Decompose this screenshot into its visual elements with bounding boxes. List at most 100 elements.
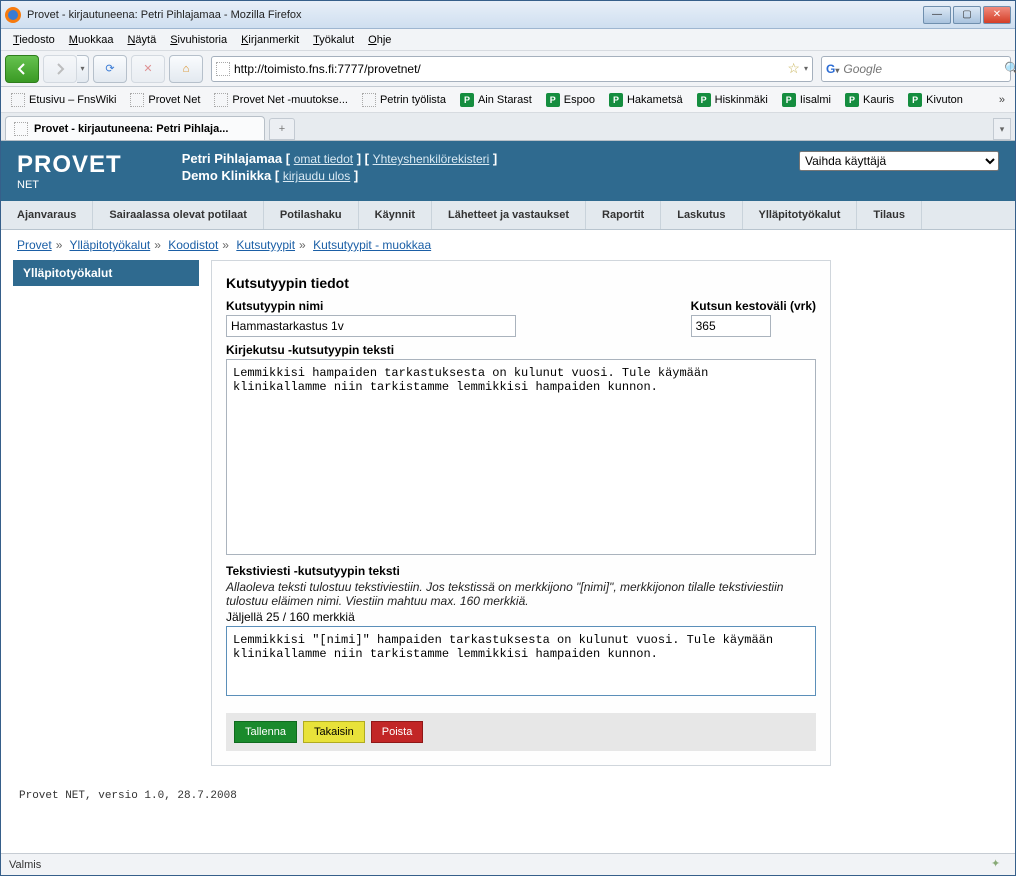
- nav-laskutus[interactable]: Laskutus: [661, 201, 742, 229]
- menubar: Tiedosto Muokkaa Näytä Sivuhistoria Kirj…: [1, 29, 1015, 51]
- crumb-provet[interactable]: Provet: [17, 238, 52, 252]
- menu-bookmarks[interactable]: Kirjanmerkit: [235, 32, 305, 48]
- titlebar: Provet - kirjautuneena: Petri Pihlajamaa…: [1, 1, 1015, 29]
- bookmark-star-icon[interactable]: ☆: [787, 60, 800, 77]
- textarea-letter[interactable]: Lemmikkisi hampaiden tarkastuksesta on k…: [226, 359, 816, 555]
- menu-tools[interactable]: Työkalut: [307, 32, 360, 48]
- save-button[interactable]: Tallenna: [234, 721, 297, 743]
- crumb-kutsutyypit[interactable]: Kutsutyypit: [236, 238, 295, 252]
- menu-history[interactable]: Sivuhistoria: [164, 32, 233, 48]
- bookmark-label: Provet Net: [148, 94, 200, 106]
- header-right: Vaihda käyttäjä: [799, 151, 999, 171]
- nav-toolbar: ▾ ⟳ ✕ ⌂ ☆ ▾ G▾ 🔍: [1, 51, 1015, 87]
- url-input[interactable]: [234, 62, 783, 76]
- bookmarks-overflow[interactable]: »: [993, 92, 1011, 108]
- bookmark-item[interactable]: Petrin työlista: [356, 91, 452, 109]
- forward-button[interactable]: [43, 55, 77, 83]
- nav-raportit[interactable]: Raportit: [586, 201, 661, 229]
- bookmark-item[interactable]: P Iisalmi: [776, 91, 837, 109]
- status-icon: ✦: [991, 857, 1007, 873]
- statusbar: Valmis ✦: [1, 853, 1015, 875]
- url-bar[interactable]: ☆ ▾: [211, 56, 813, 82]
- p-icon: P: [845, 93, 859, 107]
- switch-user-select[interactable]: Vaihda käyttäjä: [799, 151, 999, 171]
- form-panel: Kutsutyypin tiedot Kutsutyypin nimi Kuts…: [211, 260, 831, 766]
- url-dropdown-icon[interactable]: ▾: [804, 64, 808, 73]
- page-content: PROVET NET Petri Pihlajamaa [ omat tiedo…: [1, 141, 1015, 853]
- p-icon: P: [782, 93, 796, 107]
- nav-yllapito[interactable]: Ylläpitotyökalut: [743, 201, 858, 229]
- bookmark-item[interactable]: PAin Starast: [454, 91, 538, 109]
- sms-counter: Jäljellä 25 / 160 merkkiä: [226, 610, 816, 624]
- page-icon: [11, 93, 25, 107]
- page-icon: [14, 122, 28, 136]
- close-button[interactable]: ✕: [983, 6, 1011, 24]
- back-button[interactable]: Takaisin: [303, 721, 365, 743]
- nav-kaynnit[interactable]: Käynnit: [359, 201, 432, 229]
- clinic-name: Demo Klinikka: [182, 168, 272, 183]
- bookmark-item[interactable]: PKauris: [839, 91, 900, 109]
- bookmark-item[interactable]: Provet Net: [124, 91, 206, 109]
- page-icon: [214, 93, 228, 107]
- bookmark-label: Iisalmi: [800, 94, 831, 106]
- label-interval: Kutsun kestoväli (vrk): [691, 299, 816, 313]
- bookmark-item[interactable]: PHiskinmäki: [691, 91, 774, 109]
- bookmark-item[interactable]: PEspoo: [540, 91, 601, 109]
- nav-potilashaku[interactable]: Potilashaku: [264, 201, 359, 229]
- label-letter-text: Kirjekutsu -kutsutyypin teksti: [226, 343, 816, 357]
- p-icon: P: [460, 93, 474, 107]
- form-heading: Kutsutyypin tiedot: [226, 275, 816, 291]
- firefox-icon: [5, 7, 21, 23]
- p-icon: P: [546, 93, 560, 107]
- reload-button[interactable]: ⟳: [93, 55, 127, 83]
- link-logout[interactable]: kirjaudu ulos: [283, 169, 350, 183]
- new-tab-button[interactable]: +: [269, 118, 295, 140]
- back-button[interactable]: [5, 55, 39, 83]
- crumb-current: Kutsutyypit - muokkaa: [313, 238, 431, 252]
- home-button[interactable]: ⌂: [169, 55, 203, 83]
- search-input[interactable]: [843, 62, 1000, 76]
- crumb-yllapito[interactable]: Ylläpitotyökalut: [70, 238, 151, 252]
- menu-help[interactable]: Ohje: [362, 32, 397, 48]
- bookmark-item[interactable]: Etusivu – FnsWiki: [5, 91, 122, 109]
- page-icon: [130, 93, 144, 107]
- stop-button[interactable]: ✕: [131, 55, 165, 83]
- bookmark-item[interactable]: PHakametsä: [603, 91, 689, 109]
- tab-label: Provet - kirjautuneena: Petri Pihlaja...: [34, 123, 228, 135]
- window-buttons: — ▢ ✕: [923, 6, 1011, 24]
- page-icon: [362, 93, 376, 107]
- nav-lahetteet[interactable]: Lähetteet ja vastaukset: [432, 201, 586, 229]
- menu-file[interactable]: Tiedosto: [7, 32, 61, 48]
- menu-edit[interactable]: Muokkaa: [63, 32, 120, 48]
- app-header: PROVET NET Petri Pihlajamaa [ omat tiedo…: [1, 141, 1015, 201]
- delete-button[interactable]: Poista: [371, 721, 424, 743]
- tab-bar: Provet - kirjautuneena: Petri Pihlaja...…: [1, 113, 1015, 141]
- breadcrumb: Provet» Ylläpitotyökalut» Koodistot» Kut…: [1, 230, 1015, 260]
- bookmark-label: Kivuton: [926, 94, 963, 106]
- bookmarks-bar: Etusivu – FnsWiki Provet Net Provet Net …: [1, 87, 1015, 113]
- button-row: Tallenna Takaisin Poista: [226, 713, 816, 751]
- crumb-koodistot[interactable]: Koodistot: [168, 238, 218, 252]
- bookmark-label: Etusivu – FnsWiki: [29, 94, 116, 106]
- nav-sairaalassa[interactable]: Sairaalassa olevat potilaat: [93, 201, 264, 229]
- link-contact-registry[interactable]: Yhteyshenkilörekisteri: [373, 152, 490, 166]
- search-go-icon[interactable]: 🔍: [1004, 61, 1016, 77]
- p-icon: P: [908, 93, 922, 107]
- search-bar[interactable]: G▾ 🔍: [821, 56, 1011, 82]
- nav-ajanvaraus[interactable]: Ajanvaraus: [1, 201, 93, 229]
- menu-view[interactable]: Näytä: [121, 32, 162, 48]
- minimize-button[interactable]: —: [923, 6, 951, 24]
- maximize-button[interactable]: ▢: [953, 6, 981, 24]
- header-user-block: Petri Pihlajamaa [ omat tiedot ] [ Yhtey…: [182, 151, 498, 185]
- textarea-sms[interactable]: Lemmikkisi "[nimi]" hampaiden tarkastuks…: [226, 626, 816, 696]
- input-name[interactable]: [226, 315, 516, 337]
- bookmark-item[interactable]: Provet Net -muutokse...: [208, 91, 354, 109]
- history-dropdown[interactable]: ▾: [77, 55, 89, 83]
- link-own-info[interactable]: omat tiedot: [294, 152, 353, 166]
- nav-tilaus[interactable]: Tilaus: [857, 201, 922, 229]
- bookmark-item[interactable]: P Kivuton: [902, 91, 969, 109]
- main-layout: Ylläpitotyökalut Kutsutyypin tiedot Kuts…: [1, 260, 1015, 778]
- tab-list-button[interactable]: ▾: [993, 118, 1011, 140]
- input-interval[interactable]: [691, 315, 771, 337]
- tab-active[interactable]: Provet - kirjautuneena: Petri Pihlaja...: [5, 116, 265, 140]
